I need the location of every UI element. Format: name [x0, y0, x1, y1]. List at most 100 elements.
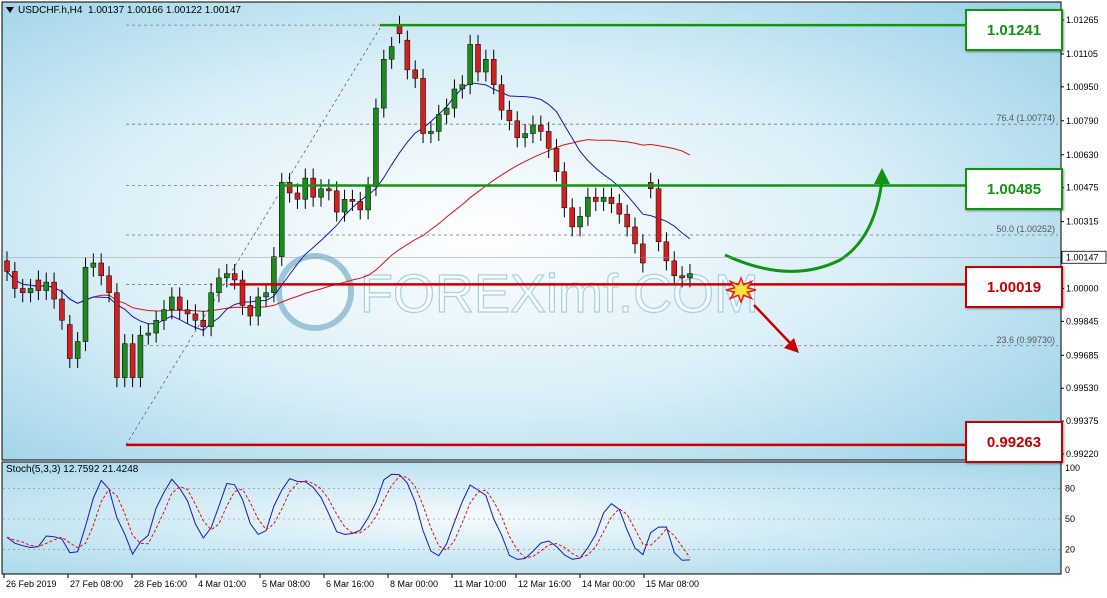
bull-candle: [459, 84, 466, 90]
fib-label: 50.0 (1.00252): [996, 224, 1055, 234]
watermark-logo: [276, 253, 354, 331]
bull-candle: [467, 44, 473, 85]
bear-candle: [231, 273, 238, 281]
level-box-4: 0.99263: [965, 421, 1063, 463]
dropdown-triangle-icon[interactable]: [6, 7, 14, 14]
bull-candle: [153, 320, 159, 334]
level-label: 1.01241: [986, 21, 1042, 39]
price-tick-label: 1.00950: [1066, 82, 1099, 92]
bull-candle: [255, 296, 261, 317]
bull-candle: [74, 341, 81, 359]
bear-candle: [679, 275, 685, 279]
bear-candle: [294, 192, 301, 200]
bear-candle: [561, 171, 568, 209]
bull-candle: [271, 256, 277, 293]
bull-candle: [263, 292, 269, 298]
current-price-label: 1.00147: [1066, 252, 1099, 262]
bull-candle: [27, 288, 34, 293]
time-tick-label: 27 Feb 08:00: [70, 579, 123, 589]
price-tick-label: 1.00315: [1066, 217, 1099, 227]
bear-candle: [176, 296, 183, 310]
bull-candle: [600, 196, 607, 202]
price-tick-label: 1.01105: [1066, 49, 1098, 59]
level-label: 1.00485: [986, 180, 1042, 198]
time-tick-label: 5 Mar 08:00: [262, 579, 310, 589]
bear-candle: [553, 148, 560, 172]
bull-candle: [381, 59, 387, 109]
time-tick-label: 15 Mar 08:00: [646, 579, 699, 589]
bull-candle: [279, 182, 285, 257]
bear-candle: [286, 182, 293, 194]
ohlc-values: 1.00137 1.00166 1.00122 1.00147: [88, 5, 241, 16]
time-tick-label: 4 Mar 01:00: [198, 579, 246, 589]
bear-candle: [655, 188, 662, 243]
bear-candle: [498, 84, 505, 111]
time-tick-label: 14 Mar 00:00: [582, 579, 635, 589]
price-tick-label: 0.99530: [1066, 383, 1099, 393]
bear-candle: [192, 313, 199, 321]
bull-candle: [216, 277, 222, 293]
bear-candle: [490, 59, 497, 85]
level-box-3: 1.00019: [965, 266, 1063, 308]
stoch-tick-label: 80: [1065, 483, 1075, 493]
bear-candle: [671, 260, 677, 276]
bull-candle: [530, 124, 536, 134]
bull-candle: [436, 114, 442, 132]
bear-candle: [106, 275, 112, 293]
bear-candle: [616, 203, 623, 215]
bear-candle: [624, 213, 630, 228]
time-tick-label: 28 Feb 16:00: [134, 579, 187, 589]
price-tick-label: 0.99220: [1066, 449, 1099, 459]
bear-candle: [35, 279, 42, 291]
bull-candle: [122, 343, 128, 378]
bear-candle: [357, 201, 363, 211]
bull-candle: [585, 196, 591, 217]
bear-candle: [506, 109, 513, 122]
chart-window: FOREXimf.COM 76.4 (1.00774) 50.0 (1.00252…: [0, 0, 1107, 598]
bear-candle: [98, 262, 104, 276]
bear-candle: [19, 288, 26, 293]
bear-candle: [475, 44, 481, 73]
price-tick-label: 0.99375: [1066, 416, 1099, 426]
bull-candle: [224, 273, 230, 279]
price-chart[interactable]: FOREXimf.COM 76.4 (1.00774) 50.0 (1.00252…: [0, 0, 1107, 598]
fib-label: 76.4 (1.00774): [996, 113, 1055, 123]
bear-candle: [310, 177, 316, 198]
bear-candle: [67, 324, 73, 359]
time-tick-label: 6 Mar 16:00: [326, 579, 374, 589]
bear-candle: [404, 39, 411, 71]
bear-candle: [114, 292, 120, 378]
price-tick-label: 0.99845: [1066, 316, 1099, 326]
bull-candle: [428, 131, 434, 134]
bear-candle: [396, 25, 403, 35]
level-box-2: 1.00485: [965, 168, 1063, 210]
time-axis: 26 Feb 2019 27 Feb 08:00 28 Feb 16:00 4 Mar…: [3, 574, 699, 589]
bear-candle: [420, 78, 426, 134]
bull-candle: [43, 281, 49, 291]
bull-candle: [90, 262, 97, 268]
time-tick-label: 11 Mar 10:00: [454, 579, 506, 589]
bear-candle: [412, 69, 418, 79]
bull-candle: [483, 59, 489, 73]
bear-candle: [129, 343, 136, 378]
bear-candle: [326, 188, 332, 192]
bear-candle: [349, 199, 356, 202]
bull-candle: [388, 46, 395, 60]
stoch-tick-label: 50: [1065, 514, 1075, 524]
bear-candle: [545, 131, 552, 149]
price-tick-label: 1.00475: [1066, 183, 1099, 193]
symbol-header: USDCHF.h,H4 1.00137 1.00166 1.00122 1.00…: [6, 5, 241, 16]
stoch-tick-label: 20: [1065, 545, 1075, 555]
bear-candle: [184, 309, 191, 315]
bear-candle: [538, 124, 544, 132]
level-label: 1.00019: [986, 278, 1042, 296]
bull-candle: [577, 216, 583, 228]
bear-candle: [632, 226, 638, 245]
bull-candle: [318, 188, 324, 198]
watermark-text: FOREXimf.COM: [360, 264, 759, 324]
level-box-1: 1.01241: [965, 9, 1063, 51]
bull-candle: [341, 199, 348, 213]
bull-candle: [365, 186, 371, 211]
stoch-header: Stoch(5,3,3) 12.7592 21.4248: [6, 464, 139, 475]
price-tick-label: 1.00790: [1066, 116, 1099, 126]
